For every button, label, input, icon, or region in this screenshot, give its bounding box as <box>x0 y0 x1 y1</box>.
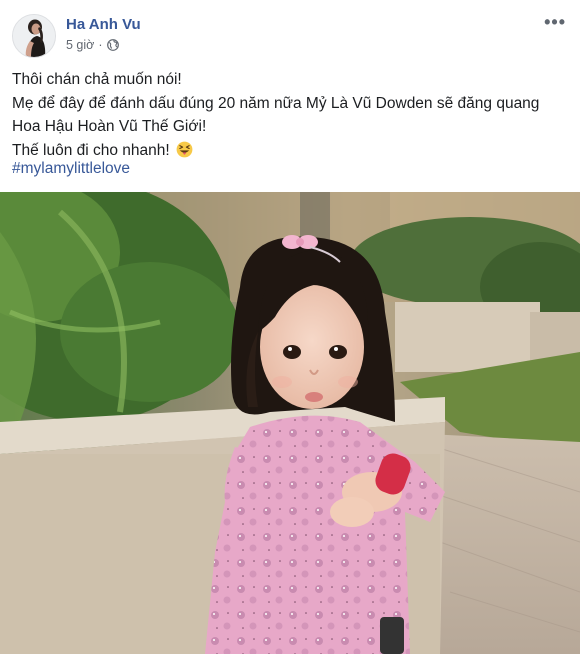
avatar-image <box>13 15 55 57</box>
post-text: Thôi chán chả muốn nói! Mẹ để đây để đán… <box>12 68 572 162</box>
hashtag-link[interactable]: #mylamylittlelove <box>12 160 130 178</box>
post-meta: 5 giờ · <box>66 38 119 52</box>
post-text-line: Thôi chán chả muốn nói! <box>12 71 182 88</box>
meta-separator: · <box>98 38 103 52</box>
more-options-button[interactable]: ••• <box>544 12 566 33</box>
post-header: Ha Anh Vu 5 giờ · ••• <box>0 0 580 62</box>
post-time[interactable]: 5 giờ <box>66 38 94 52</box>
post-photo[interactable] <box>0 192 580 654</box>
post-text-line: Hoa Hậu Hoàn Vũ Thế Giới! <box>12 118 207 135</box>
avatar[interactable] <box>12 14 56 58</box>
post-text-line-last: Thế luôn đi cho nhanh! <box>12 139 572 163</box>
author-name[interactable]: Ha Anh Vu <box>66 16 141 33</box>
post-text-line: Thế luôn đi cho nhanh! <box>12 141 170 159</box>
globe-icon[interactable] <box>106 39 119 51</box>
post-text-line: Mẹ để đây để đánh dấu đúng 20 năm nữa Mỷ… <box>12 94 540 112</box>
squinting-tongue-emoji-icon <box>176 141 193 157</box>
toddler-photo <box>0 192 580 654</box>
